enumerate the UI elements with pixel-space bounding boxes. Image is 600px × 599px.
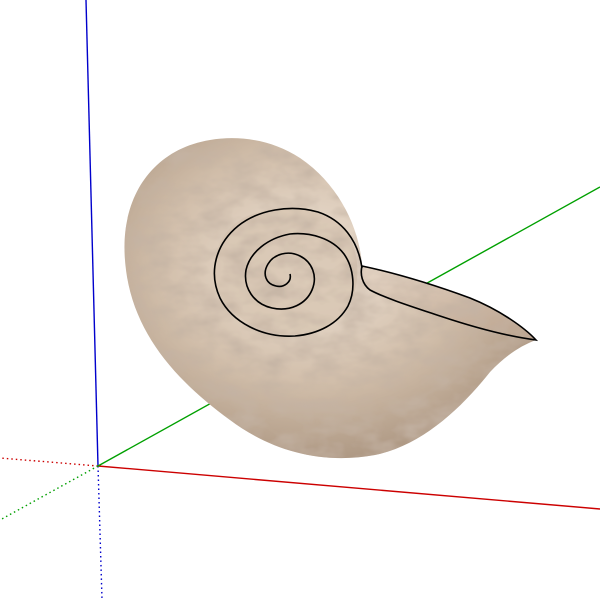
- nautilus-shell-model[interactable]: [124, 138, 539, 459]
- 3d-viewport[interactable]: [0, 0, 600, 599]
- scene-canvas[interactable]: [0, 0, 600, 599]
- x-axis-negative: [0, 457, 99, 467]
- y-axis-negative: [0, 465, 99, 521]
- z-axis-negative: [97, 465, 103, 599]
- z-axis-positive: [85, 0, 99, 467]
- x-axis-positive: [97, 465, 600, 510]
